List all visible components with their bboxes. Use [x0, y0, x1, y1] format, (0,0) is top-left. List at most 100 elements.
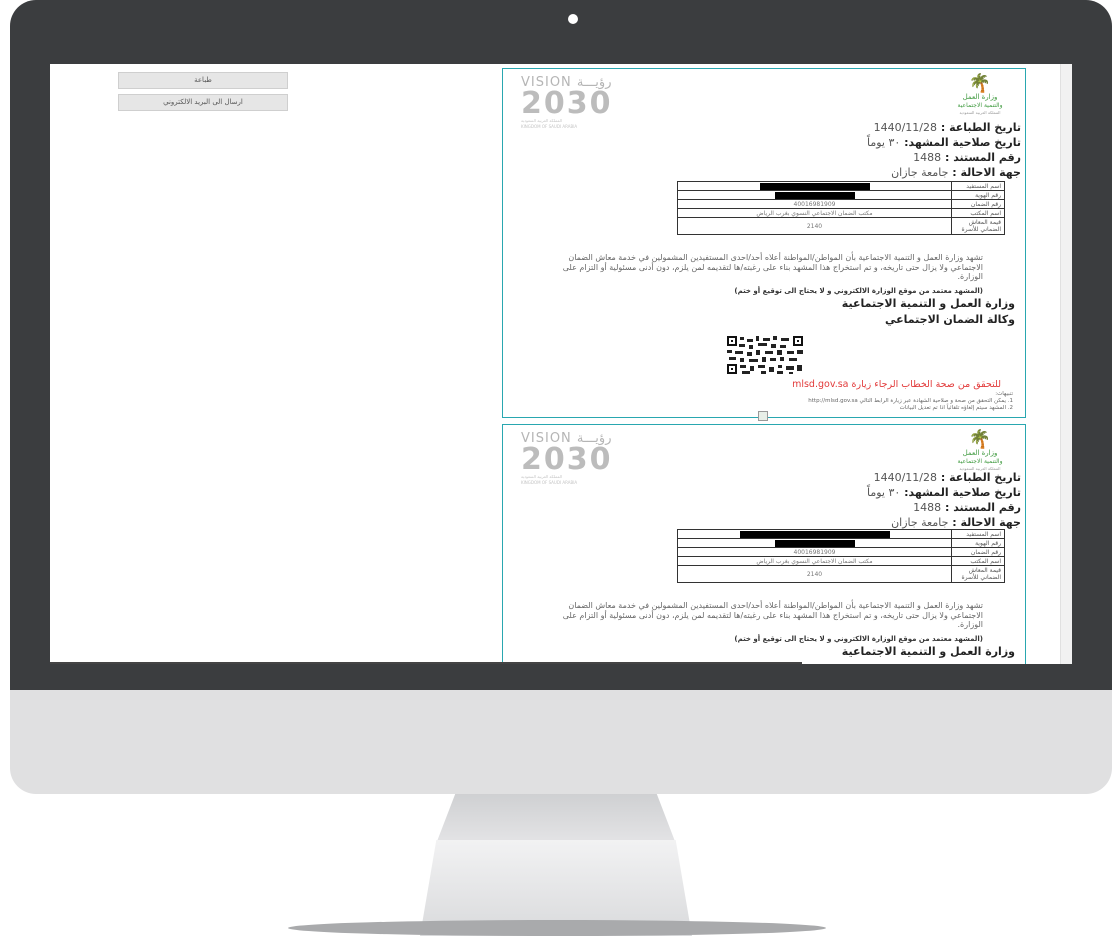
page-bottom-rule [50, 662, 802, 664]
verify-link[interactable]: للتحقق من صحة الخطاب الرجاء زيارة mlsd.g… [792, 379, 1001, 390]
file-value: 4001698190​9 [677, 547, 952, 557]
table-row: رقم الهوية [677, 190, 1005, 200]
vision-logo-year: 2030 [521, 442, 613, 477]
destination-value: جامعة جازان [891, 166, 949, 179]
camera-icon [568, 14, 578, 24]
doc-number-label: رقم المستند : [944, 151, 1021, 164]
monitor-stand-neck [436, 794, 676, 844]
destination-label: جهة الاحالة : [952, 516, 1021, 529]
print-date: تاريخ الطباعة : 1440/11/28 [874, 121, 1021, 134]
certified-note: (المشهد معتمد من موقع الوزارة الالكتروني… [734, 287, 983, 295]
amount-value: 2140 [677, 565, 952, 583]
palm-icon: 🌴 [968, 429, 992, 450]
note-1: 1. يمكن التحقق من صحة و صلاحية الشهادة ع… [808, 398, 1013, 404]
notes-block: تنبيهات: 1. يمكن التحقق من صحة و صلاحية … [613, 391, 1013, 412]
office-label: اسم المكتب [951, 556, 1005, 566]
note-2: 2. المشهد سيتم إلغاؤه تلقائياً اذا تم تع… [899, 405, 1013, 411]
ministry-name-2: والتنمية الاجتماعية [957, 102, 1003, 109]
destination-value: جامعة جازان [891, 516, 949, 529]
palm-icon: 🌴 [968, 73, 992, 94]
notes-title: تنبيهات: [995, 391, 1013, 397]
table-row: اسم المستفيد [677, 181, 1005, 191]
office-value: مكتب الضمان الاجتماعي النسوي بغرب الرياض [677, 556, 952, 566]
doc-number-label: رقم المستند : [944, 501, 1021, 514]
beneficiary-table: اسم المستفيد رقم الهوية رقم الضمان 400169… [677, 529, 1005, 583]
table-row: قيمة المعاش الضماني للأسرة 2140 [677, 217, 1005, 235]
redacted-name [759, 182, 870, 190]
scrollbar[interactable] [1060, 64, 1072, 664]
validity-value: ٣٠ يوماً [866, 486, 901, 499]
file-value: 4001698190​9 [677, 199, 952, 209]
destination-label: جهة الاحالة : [952, 166, 1021, 179]
office-label: اسم المكتب [951, 208, 1005, 218]
ministry-org: وزارة العمل و التنمية الاجتماعية [841, 645, 1015, 658]
agency-org: وكالة الضمان الاجتماعي [885, 313, 1015, 326]
office-value: مكتب الضمان الاجتماعي النسوي بغرب الرياض [677, 208, 952, 218]
vision-logo-sub-en: KINGDOM OF SAUDI ARABIA [521, 480, 578, 485]
ministry-name-2: والتنمية الاجتماعية [957, 458, 1003, 465]
destination: جهة الاحالة : جامعة جازان [891, 516, 1021, 529]
redacted-id [774, 191, 855, 199]
id-label: رقم الهوية [951, 538, 1005, 548]
vision-2030-logo: VISION رؤيـــة 2030 المملكة العربية السع… [521, 75, 631, 130]
file-label: رقم الضمان [951, 199, 1005, 209]
monitor-stand-shadow [288, 920, 826, 936]
print-date-value: 1440/11/28 [873, 121, 938, 134]
table-row: اسم المكتب مكتب الضمان الاجتماعي النسوي ب… [677, 208, 1005, 218]
certificate-paragraph: تشهد وزارة العمل و التنمية الاجتماعية بأ… [562, 601, 983, 629]
destination: جهة الاحالة : جامعة جازان [891, 166, 1021, 179]
id-label: رقم الهوية [951, 190, 1005, 200]
name-label: اسم المستفيد [951, 181, 1005, 191]
name-value [677, 181, 952, 191]
validity: تاريخ صلاحية المشهد: ٣٠ يوماً [867, 486, 1021, 499]
vision-logo-year: 2030 [521, 86, 613, 121]
table-row: قيمة المعاش الضماني للأسرة 2140 [677, 565, 1005, 583]
id-value [677, 538, 952, 548]
screen: طباعة ارسال الى البريد الالكتروني VISION… [50, 64, 1072, 664]
vision-logo-sub-en: KINGDOM OF SAUDI ARABIA [521, 124, 578, 129]
ministry-org: وزارة العمل و التنمية الاجتماعية [841, 297, 1015, 310]
amount-label: قيمة المعاش الضماني للأسرة [951, 217, 1005, 235]
doc-number-value: 1488 [913, 151, 942, 164]
table-row: رقم الضمان 4001698190​9 [677, 547, 1005, 557]
print-button[interactable]: طباعة [118, 72, 288, 89]
print-date-label: تاريخ الطباعة : [940, 121, 1021, 134]
print-date-value: 1440/11/28 [873, 471, 938, 484]
doc-number: رقم المستند : 1488 [913, 501, 1021, 514]
beneficiary-table: اسم المستفيد رقم الهوية رقم الضمان 400169… [677, 181, 1005, 235]
vision-2030-logo: VISION رؤيـــة 2030 المملكة العربية السع… [521, 431, 631, 486]
table-row: اسم المكتب مكتب الضمان الاجتماعي النسوي ب… [677, 556, 1005, 566]
ministry-name: وزارة العمل [962, 449, 998, 457]
monitor-chin [10, 690, 1112, 794]
validity-label: تاريخ صلاحية المشهد: [904, 486, 1021, 499]
validity-value: ٣٠ يوماً [866, 136, 901, 149]
doc-number-value: 1488 [913, 501, 942, 514]
amount-value: 2140 [677, 217, 952, 235]
id-value [677, 190, 952, 200]
validity-label: تاريخ صلاحية المشهد: [904, 136, 1021, 149]
ministry-logo: 🌴 وزارة العمل والتنمية الاجتماعية المملك… [945, 431, 1015, 472]
amount-label: قيمة المعاش الضماني للأسرة [951, 565, 1005, 583]
broken-image-icon [758, 411, 768, 421]
ministry-country: المملكة العربية السعودية [959, 110, 1001, 115]
print-date: تاريخ الطباعة : 1440/11/28 [874, 471, 1021, 484]
certificate-document: VISION رؤيـــة 2030 المملكة العربية السع… [502, 68, 1026, 421]
doc-number: رقم المستند : 1488 [913, 151, 1021, 164]
name-label: اسم المستفيد [951, 529, 1005, 539]
ministry-name: وزارة العمل [962, 93, 998, 101]
send-email-button[interactable]: ارسال الى البريد الالكتروني [118, 94, 288, 111]
redacted-name [739, 530, 890, 538]
ministry-logo: 🌴 وزارة العمل والتنمية الاجتماعية المملك… [945, 75, 1015, 116]
table-row: اسم المستفيد [677, 529, 1005, 539]
certificate-document-copy: VISION رؤيـــة 2030 المملكة العربية السع… [502, 424, 1026, 664]
table-row: رقم الضمان 4001698190​9 [677, 199, 1005, 209]
table-row: رقم الهوية [677, 538, 1005, 548]
redacted-id [774, 539, 855, 547]
certified-note: (المشهد معتمد من موقع الوزارة الالكتروني… [734, 635, 983, 643]
name-value [677, 529, 952, 539]
certificate-paragraph: تشهد وزارة العمل و التنمية الاجتماعية بأ… [562, 253, 983, 281]
print-date-label: تاريخ الطباعة : [940, 471, 1021, 484]
validity: تاريخ صلاحية المشهد: ٣٠ يوماً [867, 136, 1021, 149]
file-label: رقم الضمان [951, 547, 1005, 557]
qr-code [725, 335, 805, 375]
